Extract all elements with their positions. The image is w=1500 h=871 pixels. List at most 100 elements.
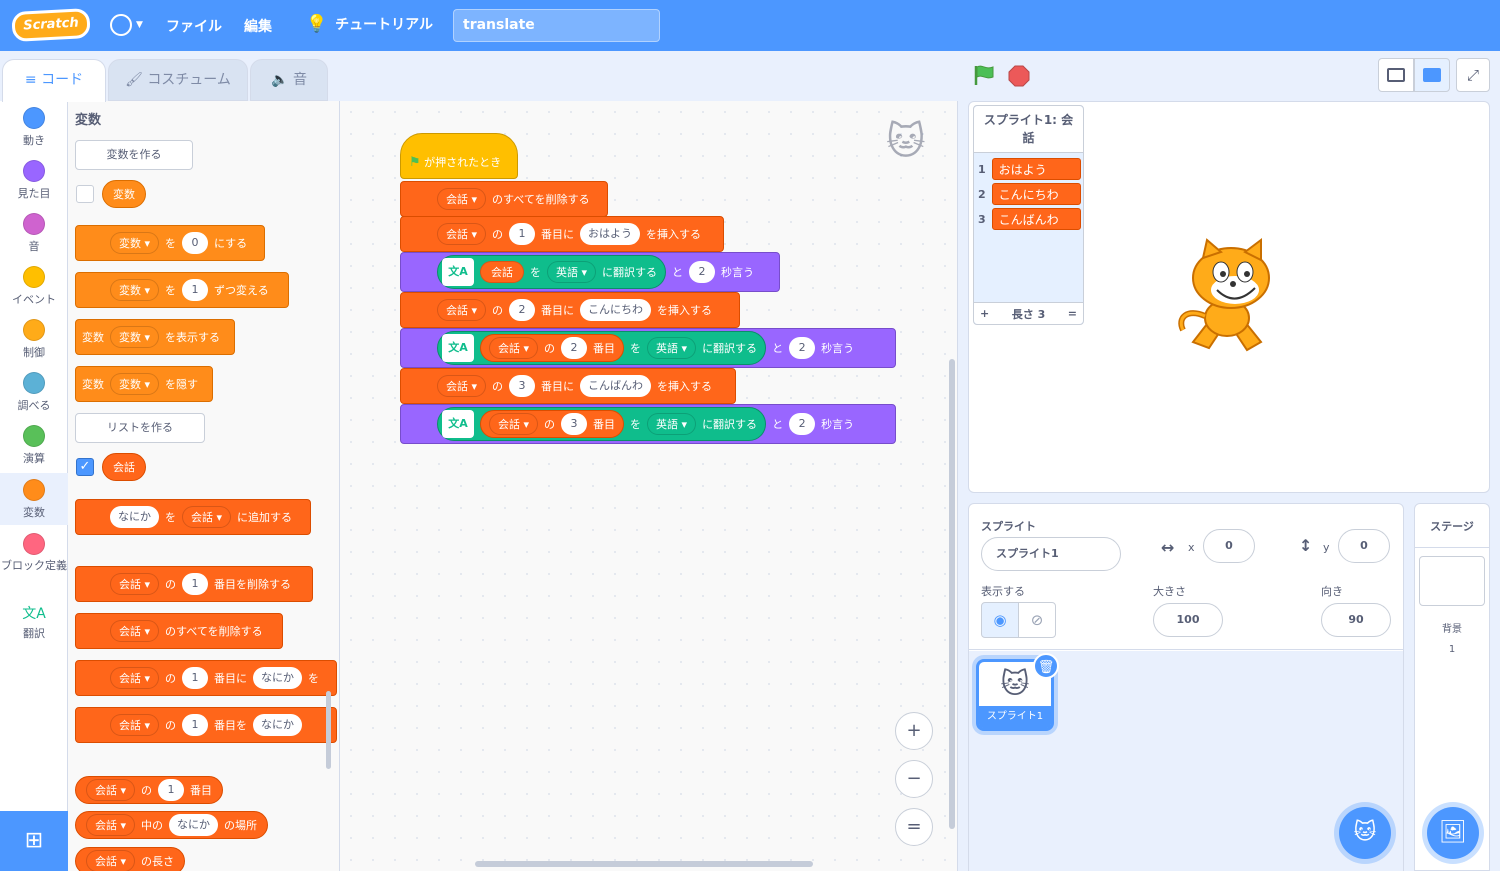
scratch-logo[interactable]: Scratch bbox=[11, 7, 91, 43]
list-reporter-slot[interactable]: 会話 bbox=[480, 261, 524, 283]
say-for-secs-block-1[interactable]: 文A 会話 を 英語 ▾ に翻訳する と 2 秒言う bbox=[400, 252, 780, 292]
language-menu[interactable]: ▼ bbox=[110, 14, 143, 36]
index-input[interactable]: 1 bbox=[158, 779, 185, 801]
script-workspace[interactable]: 🐱 ⚑ が押されたとき 会話 ▾ のすべてを削除する 会話 ▾ の 1 番目に … bbox=[340, 101, 958, 871]
index-input[interactable]: 1 bbox=[182, 714, 209, 736]
make-list-button[interactable]: リストを作る bbox=[75, 413, 205, 443]
direction-input[interactable]: 90 bbox=[1321, 603, 1391, 637]
list-cell[interactable]: こんばんわ bbox=[991, 208, 1081, 230]
value-input[interactable]: 1 bbox=[182, 279, 209, 301]
translate-reporter[interactable]: 文A 会話 を 英語 ▾ に翻訳する bbox=[437, 255, 667, 289]
list-cell[interactable]: おはよう bbox=[991, 158, 1081, 180]
delete-item-block[interactable]: 会話 ▾ の 1 番目を削除する bbox=[75, 566, 313, 602]
variable-dropdown[interactable]: 変数 ▾ bbox=[110, 326, 160, 348]
list-checkbox[interactable]: ✓ bbox=[76, 458, 94, 476]
tab-costumes[interactable]: 🖌 コスチューム bbox=[108, 59, 248, 101]
insert-item-block-3[interactable]: 会話 ▾ の 3 番目に こんばんわ を挿入する bbox=[400, 368, 736, 404]
item-input[interactable]: こんにちわ bbox=[580, 299, 652, 321]
file-menu[interactable]: ファイル bbox=[166, 16, 222, 36]
list-dropdown[interactable]: 会話 ▾ bbox=[110, 573, 160, 595]
choose-backdrop-button[interactable]: 🖼 bbox=[1427, 807, 1479, 859]
list-dropdown[interactable]: 会話 ▾ bbox=[86, 779, 136, 801]
item-input[interactable]: なにか bbox=[253, 667, 303, 689]
resize-handle[interactable]: = bbox=[1068, 307, 1077, 320]
show-variable-block[interactable]: 変数 変数 ▾ を表示する bbox=[75, 319, 235, 355]
tutorials-menu[interactable]: 💡 チュートリアル bbox=[306, 14, 433, 34]
language-dropdown[interactable]: 英語 ▾ bbox=[647, 337, 697, 359]
add-item-button[interactable]: + bbox=[980, 307, 989, 320]
cat-sprite[interactable] bbox=[1169, 238, 1284, 358]
edit-menu[interactable]: 編集 bbox=[244, 16, 272, 36]
list-dropdown[interactable]: 会話 ▾ bbox=[489, 413, 539, 435]
say-for-secs-block-3[interactable]: 文A 会話 ▾ の 3 番目 を 英語 ▾ に翻訳する と 2 秒言う bbox=[400, 404, 896, 444]
sprite-name-input[interactable]: スプライト1 bbox=[981, 537, 1121, 571]
list-dropdown[interactable]: 会話 ▾ bbox=[489, 337, 539, 359]
delete-sprite-button[interactable]: 🗑 bbox=[1033, 653, 1059, 679]
variable-reporter[interactable]: 変数 bbox=[102, 180, 146, 208]
value-input[interactable]: 0 bbox=[182, 232, 209, 254]
translate-reporter[interactable]: 文A 会話 ▾ の 3 番目 を 英語 ▾ に翻訳する bbox=[437, 407, 767, 441]
hide-variable-block[interactable]: 変数 変数 ▾ を隠す bbox=[75, 366, 213, 402]
size-input[interactable]: 100 bbox=[1153, 603, 1223, 637]
x-input[interactable]: 0 bbox=[1203, 529, 1255, 563]
zoom-in-button[interactable]: + bbox=[895, 712, 933, 750]
list-dropdown[interactable]: 会話 ▾ bbox=[437, 375, 487, 397]
tab-sounds[interactable]: 🔈 音 bbox=[250, 59, 328, 101]
list-dropdown[interactable]: 会話 ▾ bbox=[437, 188, 487, 210]
item-input[interactable]: なにか bbox=[253, 714, 303, 736]
category-sound[interactable]: 音 bbox=[0, 213, 68, 254]
project-title-input[interactable]: translate bbox=[453, 9, 660, 42]
replace-item-block[interactable]: 会話 ▾ の 1 番目を なにか bbox=[75, 707, 337, 743]
fullscreen-button[interactable]: ⤢ bbox=[1456, 58, 1490, 92]
index-input[interactable]: 2 bbox=[509, 299, 536, 321]
list-reporter[interactable]: 会話 bbox=[102, 453, 146, 481]
add-extension-button[interactable]: ⊞ bbox=[0, 811, 68, 871]
green-flag-button[interactable] bbox=[972, 63, 996, 87]
insert-item-block-1[interactable]: 会話 ▾ の 1 番目に おはよう を挿入する bbox=[400, 216, 724, 252]
small-stage-button[interactable] bbox=[1378, 58, 1414, 92]
item-input[interactable]: おはよう bbox=[580, 223, 641, 245]
delete-all-block[interactable]: 会話 ▾ のすべてを削除する bbox=[75, 613, 283, 649]
secs-input[interactable]: 2 bbox=[789, 337, 816, 359]
set-variable-block[interactable]: 変数 ▾ を 0 にする bbox=[75, 225, 265, 261]
length-of-list-reporter[interactable]: 会話 ▾ の長さ bbox=[75, 847, 186, 871]
zoom-reset-button[interactable]: = bbox=[895, 808, 933, 846]
item-of-list-reporter[interactable]: 会話 ▾ の 2 番目 bbox=[480, 334, 625, 362]
list-dropdown[interactable]: 会話 ▾ bbox=[437, 299, 487, 321]
index-input[interactable]: 1 bbox=[182, 573, 209, 595]
secs-input[interactable]: 2 bbox=[689, 261, 716, 283]
vertical-scrollbar[interactable] bbox=[949, 359, 955, 829]
category-my-blocks[interactable]: ブロック定義 bbox=[0, 533, 68, 573]
delete-all-of-list-block[interactable]: 会話 ▾ のすべてを削除する bbox=[400, 181, 608, 217]
index-input[interactable]: 2 bbox=[561, 337, 588, 359]
index-input[interactable]: 3 bbox=[561, 413, 588, 435]
list-dropdown[interactable]: 会話 ▾ bbox=[110, 620, 160, 642]
insert-item-block[interactable]: 会話 ▾ の 1 番目に なにか を bbox=[75, 660, 337, 696]
list-dropdown[interactable]: 会話 ▾ bbox=[86, 850, 136, 871]
make-variable-button[interactable]: 変数を作る bbox=[75, 140, 193, 170]
hide-sprite-button[interactable]: ⊘ bbox=[1018, 602, 1056, 638]
variable-checkbox[interactable] bbox=[76, 185, 94, 203]
list-dropdown[interactable]: 会話 ▾ bbox=[437, 223, 487, 245]
category-looks[interactable]: 見た目 bbox=[0, 160, 68, 201]
item-input[interactable]: こんばんわ bbox=[580, 375, 652, 397]
item-input[interactable]: なにか bbox=[169, 814, 219, 836]
index-input[interactable]: 1 bbox=[182, 667, 209, 689]
stage-selector[interactable]: ステージ 背景 1 🖼 bbox=[1414, 503, 1490, 871]
index-input[interactable]: 3 bbox=[509, 375, 536, 397]
insert-item-block-2[interactable]: 会話 ▾ の 2 番目に こんにちわ を挿入する bbox=[400, 292, 740, 328]
list-monitor[interactable]: スプライト1: 会話 1 おはよう 2 こんにちわ 3 こんばんわ + 長さ 3… bbox=[973, 105, 1084, 325]
category-translate[interactable]: 文A 翻訳 bbox=[0, 603, 68, 641]
list-dropdown[interactable]: 会話 ▾ bbox=[182, 506, 232, 528]
category-control[interactable]: 制御 bbox=[0, 319, 68, 360]
choose-sprite-button[interactable]: 🐱 bbox=[1339, 807, 1391, 859]
category-motion[interactable]: 動き bbox=[0, 107, 68, 148]
secs-input[interactable]: 2 bbox=[789, 413, 816, 435]
variable-dropdown[interactable]: 変数 ▾ bbox=[110, 373, 160, 395]
category-variables[interactable]: 変数 bbox=[0, 473, 68, 525]
add-to-list-block[interactable]: なにか を 会話 ▾ に追加する bbox=[75, 499, 311, 535]
list-dropdown[interactable]: 会話 ▾ bbox=[110, 667, 160, 689]
translate-reporter[interactable]: 文A 会話 ▾ の 2 番目 を 英語 ▾ に翻訳する bbox=[437, 331, 767, 365]
y-input[interactable]: 0 bbox=[1338, 529, 1390, 563]
variable-dropdown[interactable]: 変数 ▾ bbox=[110, 279, 160, 301]
